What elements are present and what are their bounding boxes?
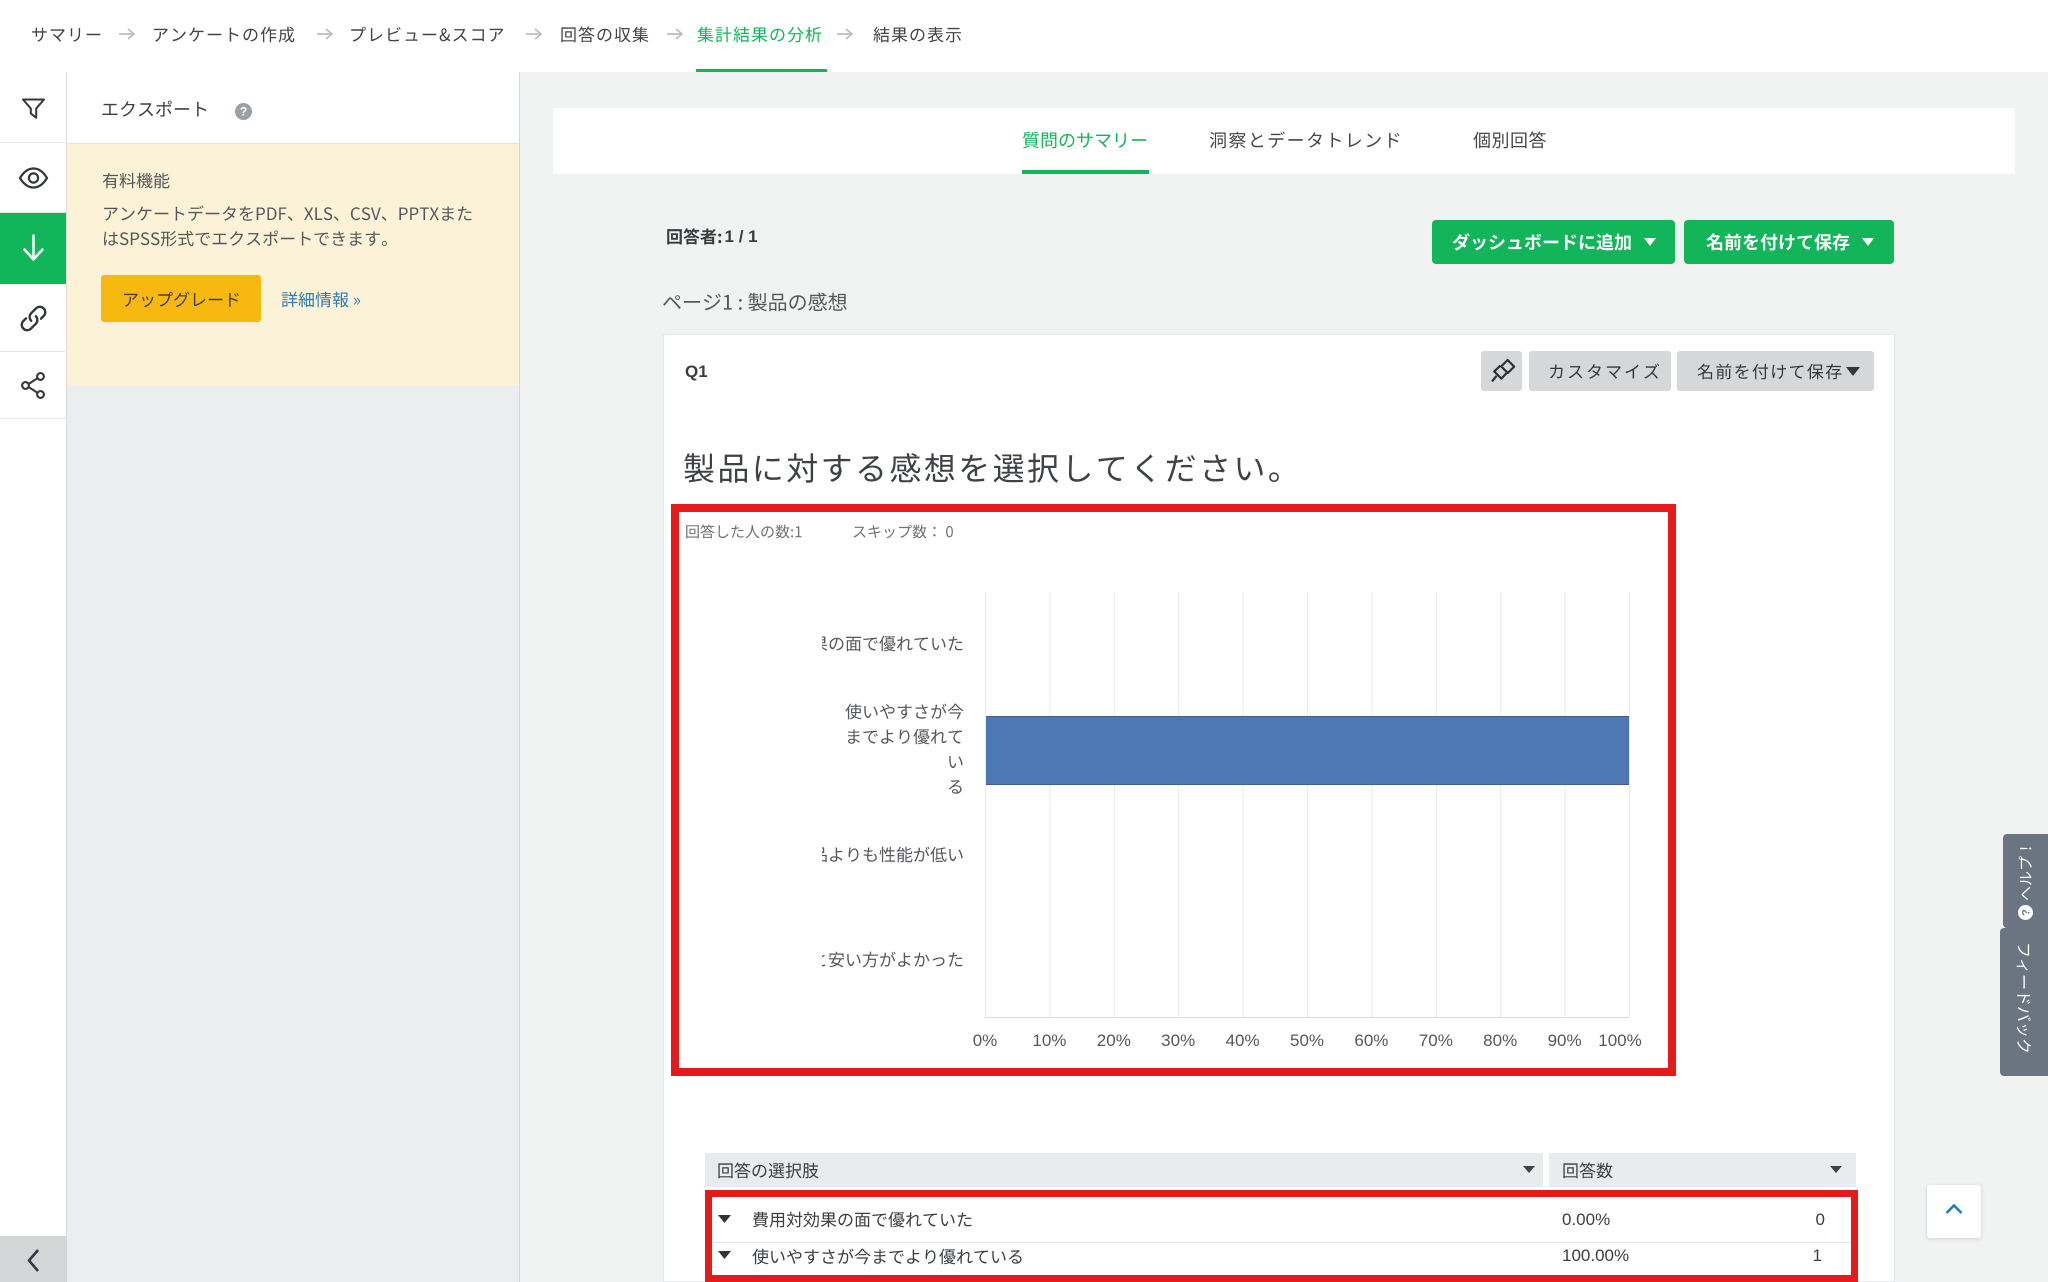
svg-text:?: ? [2020, 909, 2032, 916]
svg-text:?: ? [240, 105, 247, 119]
